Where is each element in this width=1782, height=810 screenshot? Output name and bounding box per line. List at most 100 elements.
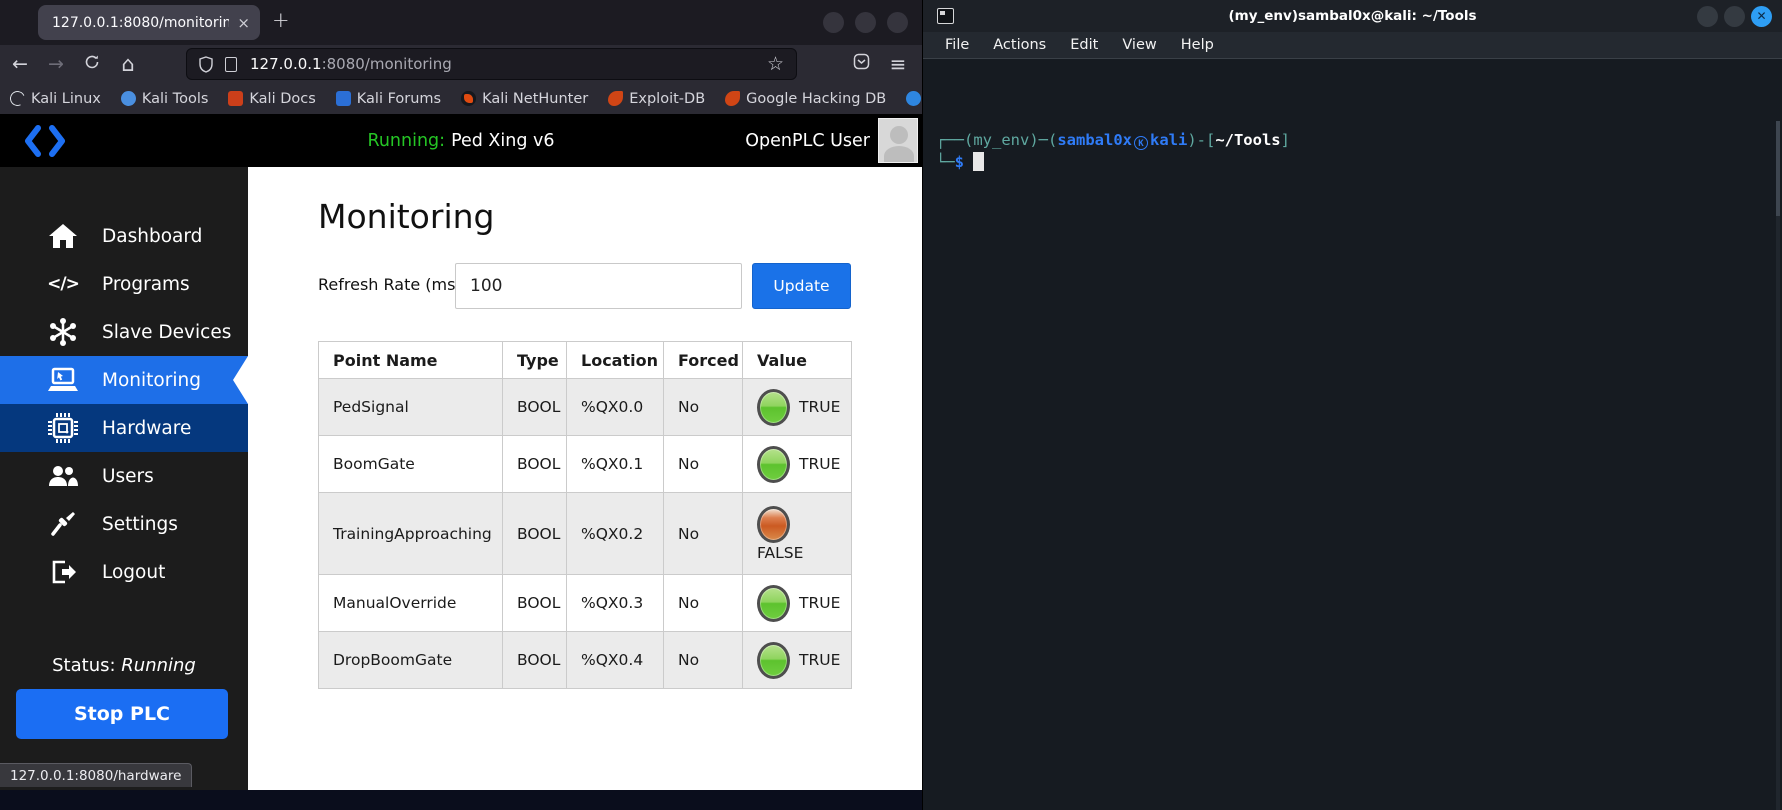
sidebar-item-dashboard[interactable]: Dashboard [0,212,248,260]
monitor-icon [46,367,80,393]
terminal-menubar: File Actions Edit View Help [923,32,1782,59]
openplc-page: Running: Ped Xing v6 OpenPLC User Dashboa… [0,114,922,790]
terminal-scrollbar[interactable] [1776,121,1780,810]
bookmark-kali-linux[interactable]: Kali Linux [7,88,101,109]
bookmark-kali-docs[interactable]: Kali Docs [228,91,316,107]
tab-close-icon[interactable]: × [237,14,250,32]
menu-file[interactable]: File [945,37,969,53]
logout-icon [46,558,80,586]
bookmark-kali-forums[interactable]: Kali Forums [335,91,441,107]
prompt-path: ~/Tools [1215,131,1281,149]
value-text: TRUE [799,651,841,669]
sidebar-item-programs[interactable]: </> Programs [0,260,248,308]
window-maximize-button[interactable] [855,12,876,33]
pocket-icon[interactable] [847,53,875,75]
offsec-icon [906,91,922,106]
new-tab-button[interactable]: + [272,8,290,32]
user-area[interactable]: OpenPLC User [745,118,918,163]
browser-window: 127.0.0.1:8080/monitoring × + ← → ⌂ 127.… [0,0,975,790]
terminal-body[interactable]: ┌──(my_env)─(sambal0x Kkali)-[~/Tools] └─… [923,59,1782,810]
sidebar-item-logout[interactable]: Logout [0,548,248,596]
led-indicator-green [757,388,790,426]
refresh-rate-input[interactable] [455,263,742,309]
stop-plc-button[interactable]: Stop PLC [16,689,228,739]
plc-status-value: Running [121,655,196,676]
bookmark-kali-tools[interactable]: Kali Tools [120,91,208,107]
kali-docs-icon [228,91,244,106]
home-icon [46,223,80,249]
exploit-db-icon [608,91,624,106]
col-location: Location [566,341,664,379]
led-indicator-green [757,445,790,483]
program-name: Ped Xing v6 [451,130,555,151]
forward-icon[interactable]: → [42,53,70,75]
reload-icon[interactable] [78,53,106,75]
user-avatar[interactable] [878,118,918,163]
led-indicator-green [757,641,790,679]
terminal-cursor [973,152,985,171]
terminal-close-button[interactable]: ✕ [1751,5,1772,27]
home-icon[interactable]: ⌂ [114,52,142,76]
col-type: Type [502,341,567,379]
value-text: TRUE [799,455,841,473]
plc-status-text: Status: Running [52,655,196,676]
sidebar-item-users[interactable]: Users [0,452,248,500]
kali-dragon-icon [7,88,28,109]
col-point-name: Point Name [318,341,503,379]
back-icon[interactable]: ← [6,53,34,75]
menu-edit[interactable]: Edit [1070,37,1098,53]
running-label: Running: [367,130,446,151]
browser-window-controls [823,12,908,33]
terminal-minimize-button[interactable] [1697,5,1718,27]
monitoring-table: Point Name Type Location Forced Value Pe… [318,341,852,689]
url-host: 127.0.0.1 [250,55,322,73]
bookmark-kali-nethunter[interactable]: Kali NetHunter [461,91,588,107]
sidebar-item-hardware[interactable]: Hardware [0,404,248,452]
table-row: ManualOverride BOOL %QX0.3 No TRUE [318,574,852,632]
sidebar-item-monitoring[interactable]: Monitoring [0,356,248,404]
sidebar: Dashboard </> Programs Slave Devices Mon… [0,167,248,790]
network-nodes-icon [46,318,80,346]
sidebar-item-settings[interactable]: Settings [0,500,248,548]
value-text: TRUE [799,594,841,612]
prompt-host: kali [1149,131,1188,149]
openplc-header: Running: Ped Xing v6 OpenPLC User [0,114,922,167]
monitoring-content: Monitoring Refresh Rate (ms): Update Poi… [248,167,922,790]
terminal-titlebar: (my_env)sambal0x@kali: ~/Tools ✕ [923,0,1782,32]
menu-actions[interactable]: Actions [993,37,1046,53]
terminal-maximize-button[interactable] [1724,5,1745,27]
table-row: DropBoomGate BOOL %QX0.4 No TRUE [318,631,852,689]
col-forced: Forced [663,341,743,379]
kali-nethunter-icon [461,91,477,106]
url-bar[interactable]: 127.0.0.1:8080/monitoring ☆ [186,48,797,80]
menu-help[interactable]: Help [1181,37,1214,53]
users-icon [46,464,80,488]
browser-tab-bar: 127.0.0.1:8080/monitoring × + [0,0,922,45]
user-name: OpenPLC User [745,130,870,151]
menu-view[interactable]: View [1122,37,1156,53]
sidebar-item-slave-devices[interactable]: Slave Devices [0,308,248,356]
url-path: :8080/monitoring [321,55,452,73]
col-value: Value [742,341,852,379]
value-text: TRUE [799,398,841,416]
bookmark-exploit-db[interactable]: Exploit-DB [608,91,705,107]
refresh-rate-label: Refresh Rate (ms): [318,275,468,294]
app-menu-icon[interactable]: ≡ [884,52,912,76]
desktop: 127.0.0.1:8080/monitoring × + ← → ⌂ 127.… [0,0,1782,810]
update-button[interactable]: Update [752,263,851,309]
prompt-user: sambal0x [1057,131,1132,149]
prompt-line-2: └─$ [936,151,985,173]
browser-tab[interactable]: 127.0.0.1:8080/monitoring × [38,5,260,40]
page-title: Monitoring [318,197,495,236]
window-minimize-button[interactable] [823,12,844,33]
terminal-window-controls: ✕ [1697,5,1772,27]
terminal-window: (my_env)sambal0x@kali: ~/Tools ✕ File Ac… [922,0,1782,810]
bookmark-google-hacking-db[interactable]: Google Hacking DB [725,91,886,107]
value-text: FALSE [757,543,804,562]
browser-nav-toolbar: ← → ⌂ 127.0.0.1:8080/monitoring ☆ ≡ [0,45,922,83]
window-close-button[interactable] [887,12,908,33]
kali-forums-icon [335,91,351,106]
terminal-scrollbar-thumb[interactable] [1776,121,1780,216]
page-info-icon[interactable] [225,56,237,72]
bookmark-star-icon[interactable]: ☆ [767,53,784,75]
